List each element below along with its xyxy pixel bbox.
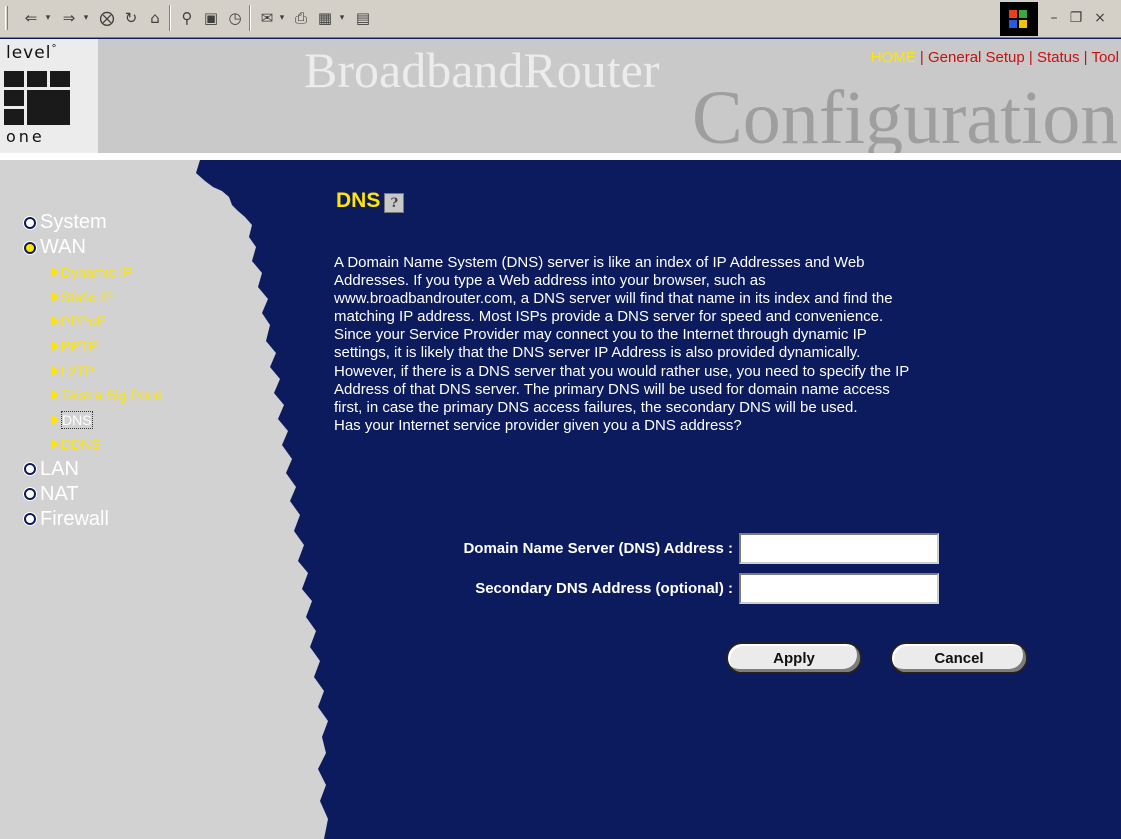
triangle-bullet-icon — [52, 267, 59, 278]
sidebar-item-lan[interactable]: LAN — [24, 457, 163, 482]
sidebar-item-system[interactable]: System — [24, 210, 163, 235]
favorites-icon[interactable]: ▣ — [200, 6, 222, 30]
print-icon[interactable]: ⎙ — [290, 6, 312, 30]
dns-description: A Domain Name System (DNS) server is lik… — [334, 254, 1054, 435]
radio-bullet-icon — [24, 216, 36, 229]
description-line: matching IP address. Most ISPs provide a… — [334, 308, 884, 326]
windows-logo-icon — [1000, 2, 1038, 36]
top-navigation: HOME | General Setup | Status | Tool — [871, 49, 1119, 66]
triangle-bullet-icon — [52, 365, 59, 376]
triangle-bullet-icon — [52, 316, 59, 327]
main-area: System WAN Dynamic IP Static IP PPPoE PP… — [0, 153, 1121, 839]
description-line: www.broadbandrouter.com, a DNS server wi… — [334, 290, 893, 308]
apply-button[interactable]: Apply — [726, 642, 862, 674]
description-line: first, in case the primary DNS access fa… — [334, 398, 858, 416]
sidebar-item-nat[interactable]: NAT — [24, 482, 163, 507]
sidebar-subitem-pptp[interactable]: PPTP — [52, 334, 163, 359]
page-title: DNS ? — [336, 189, 405, 213]
secondary-dns-label: Secondary DNS Address (optional) : — [475, 580, 733, 597]
home-icon[interactable]: ⌂ — [144, 6, 166, 30]
mail-dropdown-icon[interactable]: ▾ — [276, 6, 288, 30]
toolbar-separator — [249, 5, 251, 31]
logo-wordmark-top: level° — [6, 43, 58, 63]
triangle-bullet-icon — [52, 439, 59, 450]
levelone-logo: level° one — [0, 39, 98, 153]
description-line: Address of that DNS server. The primary … — [334, 380, 890, 398]
sidebar-subitem-telstra-big-pond[interactable]: Telstra Big Pond — [52, 383, 163, 408]
triangle-bullet-icon — [52, 341, 59, 352]
radio-bullet-icon — [24, 488, 36, 501]
description-line: Addresses. If you type a Web address int… — [334, 272, 766, 290]
browser-toolbar: ⇐ ▾ ⇒ ▾ ⨂ ↻ ⌂ ⚲ ▣ ◷ ✉ ▾ ⎙ ▦ ▾ ▤ – ❐ × — [0, 0, 1121, 38]
sidebar-subitem-static-ip[interactable]: Static IP — [52, 285, 163, 310]
description-line: settings, it is likely that the DNS serv… — [334, 344, 861, 362]
logo-wordmark-bottom: one — [6, 127, 45, 146]
sidebar-subitem-ddns[interactable]: DDNS — [52, 432, 163, 457]
sidebar-subitem-l2tp[interactable]: L2TP — [52, 358, 163, 383]
close-icon[interactable]: × — [1090, 6, 1110, 30]
primary-dns-input[interactable] — [739, 533, 939, 564]
secondary-dns-row: Secondary DNS Address (optional) : — [475, 573, 939, 604]
primary-dns-label: Domain Name Server (DNS) Address : — [463, 540, 733, 557]
sidebar-item-firewall[interactable]: Firewall — [24, 507, 163, 532]
secondary-dns-input[interactable] — [739, 573, 939, 604]
back-dropdown-icon[interactable]: ▾ — [42, 6, 54, 30]
wan-submenu: Dynamic IP Static IP PPPoE PPTP L2TP Tel… — [24, 260, 163, 457]
mail-icon[interactable]: ✉ — [256, 6, 278, 30]
minimize-icon[interactable]: – — [1044, 6, 1064, 30]
description-line: Since your Service Provider may connect … — [334, 326, 867, 344]
header-subtitle: Configuration — [692, 76, 1119, 153]
back-arrow-icon[interactable]: ⇐ — [20, 6, 42, 30]
description-line: Has your Internet service provider given… — [334, 416, 742, 434]
nav-general-setup-link[interactable]: General Setup — [928, 49, 1025, 66]
history-icon[interactable]: ◷ — [224, 6, 246, 30]
nav-home-link[interactable]: HOME — [871, 49, 916, 66]
sidebar-subitem-pppoe[interactable]: PPPoE — [52, 309, 163, 334]
primary-dns-row: Domain Name Server (DNS) Address : — [463, 533, 939, 564]
nav-status-link[interactable]: Status — [1037, 49, 1080, 66]
triangle-bullet-icon — [52, 291, 59, 302]
edit-icon[interactable]: ▦ — [314, 6, 336, 30]
restore-icon[interactable]: ❐ — [1066, 6, 1086, 30]
nav-separator: | — [915, 49, 928, 66]
sidebar-subitem-dns[interactable]: DNS — [52, 408, 163, 433]
nav-tools-link[interactable]: Tool — [1091, 49, 1119, 66]
stop-icon[interactable]: ⨂ — [96, 6, 118, 30]
radio-bullet-icon — [24, 513, 36, 526]
header-brand: BroadbandRouter — [304, 42, 660, 98]
toolbar-separator — [169, 5, 171, 31]
logo-grid-icon — [4, 71, 72, 125]
sidebar-menu: System WAN Dynamic IP Static IP PPPoE PP… — [24, 210, 163, 532]
sidebar-subitem-dynamic-ip[interactable]: Dynamic IP — [52, 260, 163, 285]
nav-separator: | — [1079, 49, 1092, 66]
router-header: level° one Configuration BroadbandRouter… — [0, 39, 1121, 153]
triangle-bullet-icon — [52, 390, 59, 401]
triangle-bullet-icon — [52, 414, 59, 425]
cancel-button[interactable]: Cancel — [890, 642, 1028, 674]
toolbar-grip[interactable] — [5, 6, 8, 30]
description-line: However, if there is a DNS server that y… — [334, 362, 910, 380]
radio-bullet-icon — [24, 463, 36, 476]
nav-separator: | — [1024, 49, 1037, 66]
edit-dropdown-icon[interactable]: ▾ — [336, 6, 348, 30]
discuss-icon[interactable]: ▤ — [352, 6, 374, 30]
forward-arrow-icon[interactable]: ⇒ — [58, 6, 80, 30]
description-line: A Domain Name System (DNS) server is lik… — [334, 254, 865, 271]
search-icon[interactable]: ⚲ — [176, 6, 198, 30]
radio-bullet-selected-icon — [24, 241, 36, 254]
help-icon[interactable]: ? — [384, 193, 405, 213]
forward-dropdown-icon[interactable]: ▾ — [80, 6, 92, 30]
refresh-icon[interactable]: ↻ — [120, 6, 142, 30]
sidebar-item-wan[interactable]: WAN — [24, 235, 163, 260]
